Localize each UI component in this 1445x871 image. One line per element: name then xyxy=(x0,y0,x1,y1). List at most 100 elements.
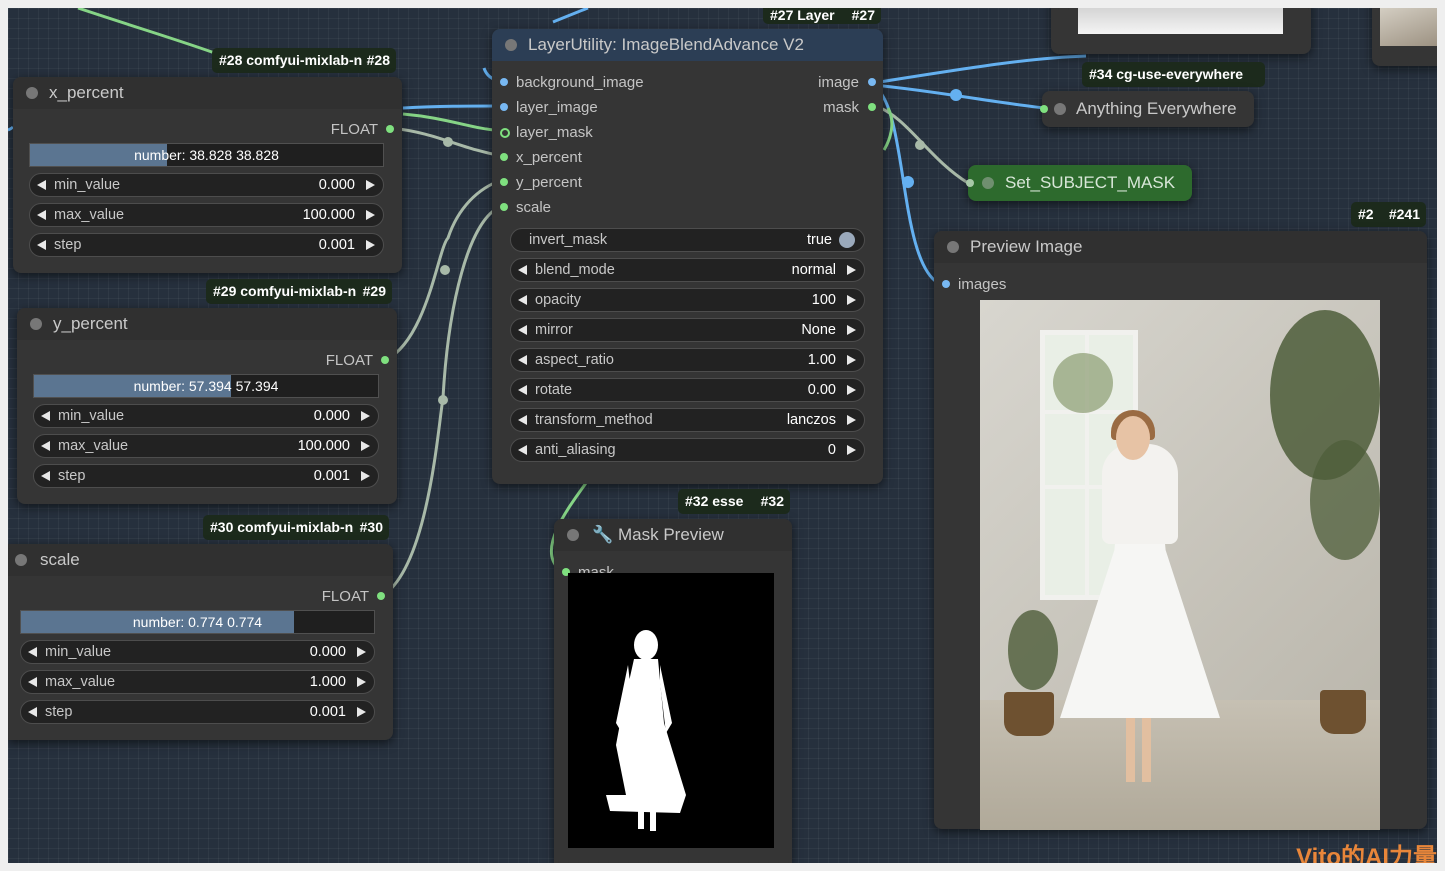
node-image-blend-advance[interactable]: LayerUtility: ImageBlendAdvance V2 backg… xyxy=(492,29,883,484)
increment-arrow-icon[interactable] xyxy=(366,210,375,220)
collapse-dot-icon[interactable] xyxy=(26,87,38,99)
decrement-arrow-icon[interactable] xyxy=(37,240,46,250)
number-rotate[interactable]: rotate 0.00 xyxy=(510,378,865,402)
decrement-arrow-icon[interactable] xyxy=(518,295,527,305)
number-slider[interactable]: number: 0.774 0.774 xyxy=(20,610,375,634)
decrement-arrow-icon[interactable] xyxy=(518,355,527,365)
number-anti-aliasing[interactable]: anti_aliasing 0 xyxy=(510,438,865,462)
decrement-arrow-icon[interactable] xyxy=(518,415,527,425)
decrement-arrow-icon[interactable] xyxy=(41,471,50,481)
decrement-arrow-icon[interactable] xyxy=(518,265,527,275)
output-label-image: image xyxy=(818,74,859,91)
output-float-slot[interactable] xyxy=(386,125,394,133)
decrement-arrow-icon[interactable] xyxy=(518,385,527,395)
widget-label: step xyxy=(58,468,86,484)
widget-value: 100 xyxy=(811,292,836,308)
widget-label: anti_aliasing xyxy=(535,442,616,458)
decrement-arrow-icon[interactable] xyxy=(41,441,50,451)
node-partial-top[interactable] xyxy=(1051,8,1311,54)
input-slot-images[interactable] xyxy=(942,280,950,288)
node-preview-image[interactable]: Preview Image images xyxy=(934,231,1427,830)
decrement-arrow-icon[interactable] xyxy=(28,677,37,687)
input-slot-background-image[interactable] xyxy=(500,78,508,86)
decrement-arrow-icon[interactable] xyxy=(41,411,50,421)
output-float-slot[interactable] xyxy=(377,592,385,600)
increment-arrow-icon[interactable] xyxy=(357,707,366,717)
link-mask-green-top xyxy=(882,107,894,151)
input-slot-set-mask[interactable] xyxy=(966,179,974,187)
increment-arrow-icon[interactable] xyxy=(847,355,856,365)
widget-max-value[interactable]: max_value 1.000 xyxy=(20,670,375,694)
collapse-dot-icon[interactable] xyxy=(947,241,959,253)
increment-arrow-icon[interactable] xyxy=(847,415,856,425)
node-title-bar[interactable]: Preview Image xyxy=(934,231,1427,263)
collapse-dot-icon[interactable] xyxy=(505,39,517,51)
node-title-bar[interactable]: scale xyxy=(8,544,393,576)
increment-arrow-icon[interactable] xyxy=(361,471,370,481)
node-scale[interactable]: scale FLOAT number: 0.774 0.774 min_valu… xyxy=(8,544,393,740)
widget-step[interactable]: step 0.001 xyxy=(29,233,384,257)
widget-step[interactable]: step 0.001 xyxy=(33,464,379,488)
toggle-knob[interactable] xyxy=(839,232,855,248)
widget-min-value[interactable]: min_value 0.000 xyxy=(33,404,379,428)
number-slider[interactable]: number: 38.828 38.828 xyxy=(29,143,384,167)
mask-silhouette xyxy=(606,630,686,831)
input-slot-anything[interactable] xyxy=(1040,105,1048,113)
combo-mirror[interactable]: mirror None xyxy=(510,318,865,342)
collapse-dot-icon[interactable] xyxy=(15,554,27,566)
increment-arrow-icon[interactable] xyxy=(847,325,856,335)
increment-arrow-icon[interactable] xyxy=(357,677,366,687)
increment-arrow-icon[interactable] xyxy=(357,647,366,657)
decrement-arrow-icon[interactable] xyxy=(28,647,37,657)
collapse-dot-icon[interactable] xyxy=(30,318,42,330)
increment-arrow-icon[interactable] xyxy=(366,180,375,190)
combo-blend-mode[interactable]: blend_mode normal xyxy=(510,258,865,282)
increment-arrow-icon[interactable] xyxy=(361,441,370,451)
combo-transform-method[interactable]: transform_method lanczos xyxy=(510,408,865,432)
node-title-bar[interactable]: y_percent xyxy=(17,308,397,340)
number-aspect-ratio[interactable]: aspect_ratio 1.00 xyxy=(510,348,865,372)
node-title-bar[interactable]: LayerUtility: ImageBlendAdvance V2 xyxy=(492,29,883,61)
output-slot-image[interactable] xyxy=(868,78,876,86)
collapse-dot-icon[interactable] xyxy=(982,177,994,189)
increment-arrow-icon[interactable] xyxy=(366,240,375,250)
plant-leaves xyxy=(1008,610,1058,690)
output-slot-mask[interactable] xyxy=(868,103,876,111)
node-anything-everywhere[interactable]: Anything Everywhere xyxy=(1040,91,1254,127)
node-partial-top-right[interactable] xyxy=(1372,8,1437,66)
increment-arrow-icon[interactable] xyxy=(847,445,856,455)
input-slot-x-percent[interactable] xyxy=(500,153,508,161)
input-slot-layer-image[interactable] xyxy=(500,103,508,111)
increment-arrow-icon[interactable] xyxy=(847,385,856,395)
number-opacity[interactable]: opacity 100 xyxy=(510,288,865,312)
decrement-arrow-icon[interactable] xyxy=(518,325,527,335)
widget-min-value[interactable]: min_value 0.000 xyxy=(20,640,375,664)
input-slot-layer-mask[interactable] xyxy=(500,128,510,138)
output-float-slot[interactable] xyxy=(381,356,389,364)
toggle-invert-mask[interactable]: invert_mask true xyxy=(510,228,865,252)
decrement-arrow-icon[interactable] xyxy=(518,445,527,455)
widget-min-value[interactable]: min_value 0.000 xyxy=(29,173,384,197)
input-slot-scale[interactable] xyxy=(500,203,508,211)
decrement-arrow-icon[interactable] xyxy=(37,210,46,220)
number-slider[interactable]: number: 57.394 57.394 xyxy=(33,374,379,398)
widget-max-value[interactable]: max_value 100.000 xyxy=(33,434,379,458)
increment-arrow-icon[interactable] xyxy=(847,265,856,275)
decrement-arrow-icon[interactable] xyxy=(37,180,46,190)
node-set-subject-mask[interactable]: Set_SUBJECT_MASK xyxy=(966,165,1192,201)
badge-id: #241 xyxy=(1388,206,1420,222)
increment-arrow-icon[interactable] xyxy=(361,411,370,421)
node-x-percent[interactable]: x_percent FLOAT number: 38.828 38.828 mi… xyxy=(13,77,402,273)
node-mask-preview[interactable]: 🔧 Mask Preview mask xyxy=(554,519,792,863)
node-title-bar[interactable]: x_percent xyxy=(13,77,402,109)
input-slot-y-percent[interactable] xyxy=(500,178,508,186)
node-title-bar[interactable]: 🔧 Mask Preview xyxy=(554,519,792,551)
node-canvas[interactable]: #28 comfyui-mixlab-n #28 x_percent FLOAT… xyxy=(8,8,1437,863)
widget-step[interactable]: step 0.001 xyxy=(20,700,375,724)
collapse-dot-icon[interactable] xyxy=(1054,103,1066,115)
node-y-percent[interactable]: y_percent FLOAT number: 57.394 57.394 mi… xyxy=(17,308,397,504)
decrement-arrow-icon[interactable] xyxy=(28,707,37,717)
increment-arrow-icon[interactable] xyxy=(847,295,856,305)
widget-max-value[interactable]: max_value 100.000 xyxy=(29,203,384,227)
collapse-dot-icon[interactable] xyxy=(567,529,579,541)
